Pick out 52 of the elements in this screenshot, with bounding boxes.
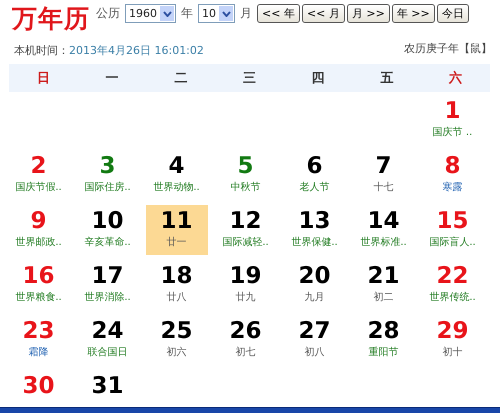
day-cell[interactable]: 13 世界保健.. bbox=[284, 205, 346, 255]
calendar-label: 公历 bbox=[96, 5, 120, 22]
day-cell[interactable]: 21 初二 bbox=[352, 260, 414, 310]
weekday-label: 三 bbox=[242, 70, 256, 87]
day-cell[interactable]: 7 十七 bbox=[352, 150, 414, 200]
day-cell[interactable]: 17 世界消除.. bbox=[76, 260, 138, 310]
day-cell[interactable]: 16 世界粮食.. bbox=[8, 260, 70, 310]
day-cell[interactable]: 23 霜降 bbox=[8, 315, 70, 365]
day-cell[interactable]: 5 中秋节 bbox=[214, 150, 276, 200]
day-cell[interactable]: 6 老人节 bbox=[284, 150, 346, 200]
day-cell[interactable]: 22 世界传统.. bbox=[422, 260, 484, 310]
day-cell[interactable]: 15 国际盲人.. bbox=[422, 205, 484, 255]
app-title: 万年历 bbox=[10, 5, 90, 34]
day-cell[interactable]: 20 九月 bbox=[284, 260, 346, 310]
nav-button[interactable]: 年 >> bbox=[392, 4, 435, 23]
weekday-label: 一 bbox=[106, 70, 119, 87]
day-cell[interactable]: 1 国庆节 .. bbox=[422, 95, 484, 145]
weekday-label: 日 bbox=[36, 70, 50, 87]
year-select[interactable]: 1960 bbox=[125, 4, 176, 23]
day-cell[interactable]: 11 廿一 bbox=[146, 205, 208, 255]
day-cell[interactable]: 19 廿九 bbox=[214, 260, 276, 310]
day-cell[interactable]: 28 重阳节 bbox=[352, 315, 414, 365]
clock-label: 本机时间： bbox=[14, 44, 69, 57]
day-cell[interactable]: 12 国际减轻.. bbox=[214, 205, 276, 255]
day-cell[interactable]: 30 bbox=[8, 370, 70, 404]
day-cell[interactable]: 31 bbox=[76, 370, 138, 404]
weekday-label: 四 bbox=[312, 70, 325, 87]
weekday-label: 五 bbox=[380, 70, 394, 87]
day-cell[interactable]: 8 寒露 bbox=[422, 150, 484, 200]
nav-button[interactable]: << 年 bbox=[257, 4, 300, 23]
day-cell[interactable]: 9 世界邮政.. bbox=[8, 205, 70, 255]
day-cell[interactable]: 26 初七 bbox=[214, 315, 276, 365]
day-cell[interactable]: 14 世界标准.. bbox=[352, 205, 414, 255]
lunar-year: 农历庚子年【鼠】 bbox=[404, 41, 492, 56]
clock-time: 2013年4月26日 16:01:02 bbox=[69, 44, 204, 57]
day-cell[interactable]: 10 辛亥革命.. bbox=[76, 205, 138, 255]
year-unit-label: 年 bbox=[181, 5, 193, 22]
day-cell[interactable]: 3 国际住房.. bbox=[76, 150, 138, 200]
weekday-label: 二 bbox=[174, 70, 188, 87]
day-cell[interactable]: 2 国庆节假.. bbox=[8, 150, 70, 200]
day-cell[interactable]: 25 初六 bbox=[146, 315, 208, 365]
day-cell[interactable]: 24 联合国日 bbox=[76, 315, 138, 365]
month-select[interactable]: 10 bbox=[198, 4, 235, 23]
nav-button[interactable]: 今日 bbox=[436, 4, 469, 23]
day-cell[interactable]: 18 廿八 bbox=[146, 260, 208, 310]
month-unit-label: 月 bbox=[240, 5, 252, 22]
day-cell[interactable]: 4 世界动物.. bbox=[146, 150, 208, 200]
day-cell[interactable]: 29 初十 bbox=[422, 315, 484, 365]
nav-button[interactable]: << 月 bbox=[302, 4, 345, 23]
weekday-label: 六 bbox=[449, 70, 462, 87]
day-cell[interactable]: 27 初八 bbox=[284, 315, 346, 365]
nav-button[interactable]: 月 >> bbox=[346, 4, 390, 23]
